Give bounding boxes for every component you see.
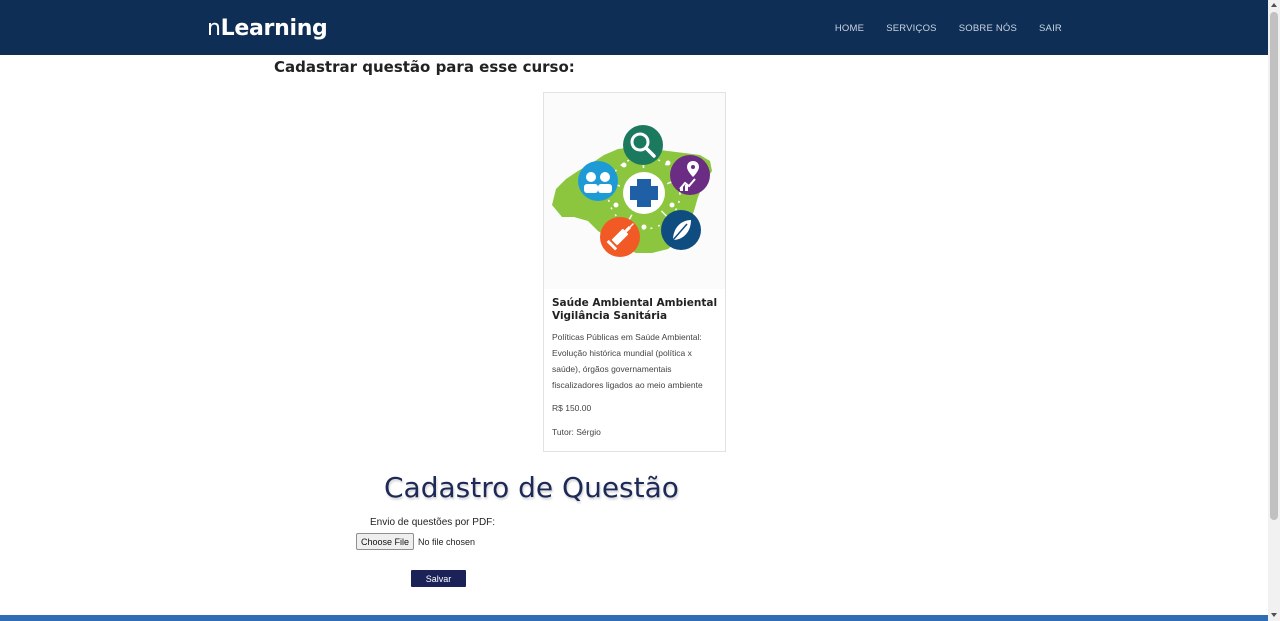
course-tutor: Tutor: Sérgio	[552, 427, 601, 437]
scroll-thumb[interactable]	[1270, 12, 1278, 520]
course-description: Políticas Públicas em Saúde Ambiental: E…	[552, 332, 703, 390]
form-title: Cadastro de Questão	[384, 471, 679, 504]
people-icon	[578, 161, 618, 201]
file-input[interactable]: Choose File No file chosen	[356, 533, 475, 550]
pdf-upload-label: Envio de questões por PDF:	[370, 517, 496, 528]
choose-file-button[interactable]: Choose File	[356, 533, 415, 550]
nav-about-link[interactable]: SOBRE NÓS	[959, 23, 1017, 34]
course-illustration	[552, 125, 712, 257]
scroll-down-arrow-icon[interactable]	[1271, 613, 1277, 617]
leaf-icon	[661, 210, 701, 250]
nav-logout-link[interactable]: SAIR	[1039, 23, 1062, 34]
nav-menu: HOME SERVIÇOS SOBRE NÓS SAIR	[835, 23, 1062, 34]
course-price: R$ 150.00	[552, 403, 592, 413]
brand-main: Learning	[220, 16, 328, 41]
brand-prefix: n	[207, 16, 221, 41]
scrollbar[interactable]	[1268, 0, 1280, 621]
section-title: Cadastrar questão para esse curso:	[274, 58, 575, 76]
health-cross-icon	[619, 168, 669, 218]
course-card[interactable]: Saúde Ambiental Ambiental Vigilância San…	[543, 92, 726, 452]
nav-home-link[interactable]: HOME	[835, 23, 864, 34]
page: nLearning HOME SERVIÇOS SOBRE NÓS SAIR C…	[0, 0, 1280, 621]
file-status-text: No file chosen	[418, 536, 476, 547]
brand-logo[interactable]: nLearning	[207, 16, 328, 41]
syringe-icon	[600, 217, 640, 257]
course-title: Saúde Ambiental Ambiental Vigilância San…	[552, 297, 718, 322]
nav-services-link[interactable]: SERVIÇOS	[886, 23, 937, 34]
magnifier-icon	[623, 125, 663, 165]
footer-bar	[0, 615, 1268, 621]
scroll-up-arrow-icon[interactable]	[1271, 3, 1277, 7]
course-image	[544, 93, 725, 289]
navbar: nLearning HOME SERVIÇOS SOBRE NÓS SAIR	[0, 0, 1268, 55]
save-button[interactable]: Salvar	[411, 570, 466, 587]
